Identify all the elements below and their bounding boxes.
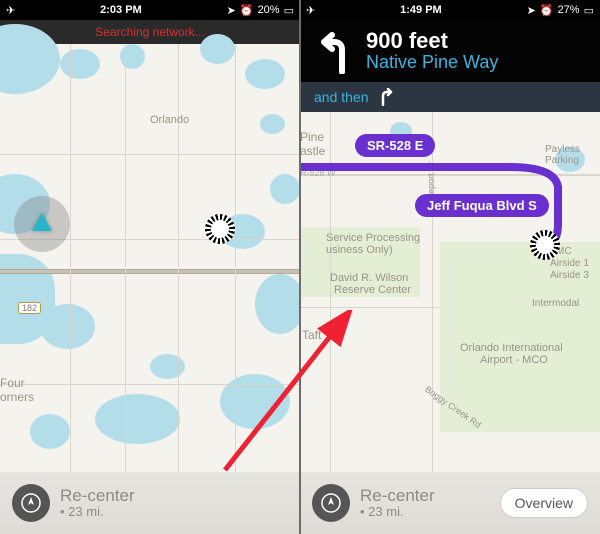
label-inter: Intermodal [532, 298, 579, 309]
bottom-bar: Re-center • 23 mi. [0, 472, 300, 534]
route-line [0, 44, 300, 194]
recenter-sub: • 23 mi. [360, 505, 435, 519]
map-canvas: Orlando Four orners 182 [0, 44, 300, 534]
location-icon: ➤ [527, 4, 536, 17]
recenter-sub: • 23 mi. [60, 505, 135, 519]
map-canvas: Pine astle R-528 W Payless Parking Servi… [300, 112, 600, 534]
left-phone: ✈︎ 2:03 PM ➤ ⏰ 20% ▭ Searching network..… [0, 0, 300, 534]
nav-distance: 900 feet [366, 30, 498, 52]
label-mco: Orlando International [460, 342, 563, 354]
destination-flag [530, 230, 560, 260]
nav-street: Native Pine Way [366, 52, 498, 73]
battery-percent: 20% [258, 4, 280, 16]
road-bubble-jeff: Jeff Fuqua Blvd S [415, 194, 549, 217]
status-bar: ✈︎ 1:49 PM ➤ ⏰ 27% ▭ [300, 0, 600, 20]
battery-icon: ▭ [284, 4, 294, 17]
status-left: ✈︎ [306, 4, 315, 17]
hw-shield: 182 [18, 302, 41, 314]
map-left[interactable]: Orlando Four orners 182 Re-center • 23 m… [0, 44, 300, 534]
label-david: David R. Wilson [330, 272, 408, 284]
status-right: ➤ ⏰ 27% ▭ [527, 4, 594, 17]
overview-button[interactable]: Overview [500, 488, 588, 518]
and-then-bar[interactable]: and then [300, 82, 600, 112]
recenter-button[interactable] [12, 484, 50, 522]
status-bar: ✈︎ 2:03 PM ➤ ⏰ 20% ▭ [0, 0, 300, 20]
label-reserve: Reserve Center [334, 284, 411, 296]
bottom-bar: Re-center • 23 mi. Overview [300, 472, 600, 534]
right-phone: ✈︎ 1:49 PM ➤ ⏰ 27% ▭ 900 feet Native Pin… [300, 0, 600, 534]
compass-icon [321, 493, 341, 513]
notice-text: Searching network... [95, 25, 204, 39]
location-icon: ➤ [227, 4, 236, 17]
nav-text: 900 feet Native Pine Way [366, 30, 498, 74]
status-time: 1:49 PM [315, 4, 526, 16]
turn-left-icon [312, 30, 352, 74]
recenter-title: Re-center [60, 487, 135, 506]
battery-percent: 27% [558, 4, 580, 16]
status-left: ✈︎ [6, 4, 15, 17]
airplane-icon: ✈︎ [306, 4, 315, 17]
nav-instruction: 900 feet Native Pine Way [300, 20, 600, 82]
alarm-icon: ⏰ [540, 4, 554, 17]
battery-icon: ▭ [584, 4, 594, 17]
recenter-text[interactable]: Re-center • 23 mi. [360, 487, 435, 520]
alarm-icon: ⏰ [240, 4, 254, 17]
destination-flag [205, 214, 235, 244]
airplane-icon: ✈︎ [6, 4, 15, 17]
compass-icon [21, 493, 41, 513]
current-location [14, 196, 70, 252]
screenshot-divider [299, 0, 301, 534]
recenter-text[interactable]: Re-center • 23 mi. [60, 487, 135, 520]
label-four: Four [0, 376, 25, 390]
and-then-text: and then [314, 89, 369, 105]
label-airport: Airport - MCO [480, 354, 548, 366]
status-right: ➤ ⏰ 20% ▭ [227, 4, 294, 17]
status-time: 2:03 PM [15, 4, 226, 16]
location-arrow-icon [32, 213, 52, 231]
recenter-title: Re-center [360, 487, 435, 506]
map-right[interactable]: Pine astle R-528 W Payless Parking Servi… [300, 112, 600, 534]
road-bubble-sr: SR-528 E [355, 134, 435, 157]
recenter-button[interactable] [312, 484, 350, 522]
label-corners: orners [0, 390, 34, 404]
turn-right-icon [379, 88, 395, 106]
label-taft: Taft [302, 328, 321, 342]
label-as3: Airside 3 [550, 270, 589, 281]
